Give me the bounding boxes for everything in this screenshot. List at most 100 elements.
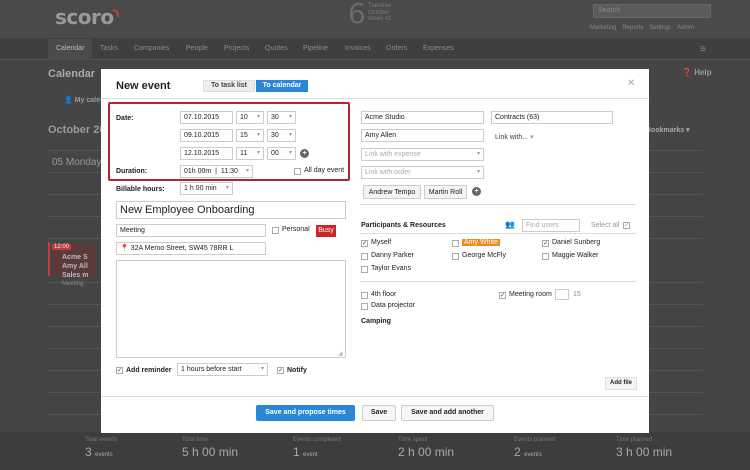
chevron-down-icon: ▾	[476, 169, 480, 175]
stat-time-planned: Time planned 3 h 00 min	[616, 437, 672, 459]
event-line: Meeting	[62, 281, 84, 287]
nav-projects[interactable]: Projects	[224, 45, 249, 52]
location-value: 32A Memo Street, SW45 78RR L	[130, 245, 234, 252]
chevron-down-icon: ▾	[256, 132, 260, 138]
link-marketing[interactable]: Marketing	[590, 25, 616, 31]
end-hour-value: 15	[240, 132, 248, 139]
billable-hours-select[interactable]: 1 h 00 min ▾	[180, 182, 233, 195]
event-text: Acme S Amy All Sales m Meeting	[62, 253, 88, 289]
event-marker	[48, 242, 50, 276]
resize-grip-icon[interactable]: ◢	[338, 350, 343, 357]
add-reminder-checkbox[interactable]: ✓	[116, 367, 123, 374]
end-minute-select[interactable]: 30 ▾	[267, 129, 296, 142]
person-button-martin[interactable]: Martin Roll	[424, 185, 467, 199]
resource-checkbox-meeting-room[interactable]: ✓	[499, 292, 506, 299]
notify-checkbox[interactable]: ✓	[277, 367, 284, 374]
third-minute-select[interactable]: 00 ▾	[267, 147, 296, 160]
stat-label: Total events	[85, 437, 118, 443]
participant-checkbox-george[interactable]	[452, 253, 459, 260]
divider	[101, 396, 649, 397]
chevron-down-icon: ▾	[260, 366, 264, 372]
add-file-button[interactable]: Add file	[605, 377, 637, 390]
link-with-label: Link with...	[495, 134, 529, 141]
personal-checkbox[interactable]	[272, 227, 279, 234]
event-time: 12:00	[52, 244, 72, 250]
nav-calendar[interactable]: Calendar	[56, 45, 84, 52]
contact-input[interactable]: Amy Allen	[361, 129, 484, 142]
stat-value: 2	[514, 445, 521, 459]
link-expense-select[interactable]: Link with expense ▾	[361, 148, 484, 161]
participant-checkbox-myself[interactable]: ✓	[361, 240, 368, 247]
stat-unit: event	[303, 452, 318, 458]
link-settings[interactable]: Settings	[649, 25, 671, 31]
contract-input[interactable]: Contracts (63)	[491, 111, 613, 124]
close-icon[interactable]: ✕	[627, 78, 635, 89]
today-date-text: Tuesday October Week 41	[368, 3, 392, 23]
stat-total-time: Total time 5 h 00 min	[182, 437, 238, 459]
person-button-andrew[interactable]: Andrew Tempo	[363, 185, 421, 199]
to-task-list-tab[interactable]: To task list	[203, 80, 255, 92]
duration-select[interactable]: 01h 00m | 11:30 ▾	[180, 165, 253, 178]
save-and-add-another-button[interactable]: Save and add another	[401, 405, 494, 421]
event-line: Amy All	[62, 263, 88, 270]
description-textarea[interactable]	[116, 260, 346, 358]
nav-invoices[interactable]: Invoices	[345, 45, 371, 52]
start-minute-select[interactable]: 30 ▾	[267, 111, 296, 124]
find-users-input[interactable]: Find users	[522, 219, 580, 232]
all-day-checkbox[interactable]	[294, 168, 301, 175]
link-order-select[interactable]: Link with order ▾	[361, 166, 484, 179]
help-link[interactable]: ❓ Help	[682, 68, 712, 77]
chevron-down-icon: ▾	[225, 185, 229, 191]
menu-icon[interactable]: ≡	[700, 44, 706, 55]
nav-quotes[interactable]: Quotes	[265, 45, 288, 52]
add-person-icon[interactable]: +	[472, 187, 481, 196]
bookmarks-button[interactable]: Bookmarks ▾	[646, 126, 690, 134]
to-calendar-tab[interactable]: To calendar	[256, 80, 308, 92]
start-date-input[interactable]: 07.10.2015	[180, 111, 233, 124]
event-type-select[interactable]: Meeting	[116, 224, 266, 237]
meeting-room-qty-input[interactable]	[555, 289, 569, 300]
nav-orders[interactable]: Orders	[386, 45, 407, 52]
link-order-placeholder: Link with order	[365, 169, 411, 176]
end-date-input[interactable]: 09.10.2015	[180, 129, 233, 142]
add-date-icon[interactable]: +	[300, 149, 309, 158]
participant-taylor-evans: Taylor Evans	[371, 265, 412, 272]
camping-title: Camping	[361, 318, 391, 325]
third-date-input[interactable]: 12.10.2015	[180, 147, 233, 160]
resource-checkbox-projector[interactable]	[361, 303, 368, 310]
scoro-logo[interactable]: scoro	[55, 5, 114, 29]
third-hour-select[interactable]: 11 ▾	[236, 147, 264, 160]
nav-tasks[interactable]: Tasks	[100, 45, 118, 52]
location-input[interactable]: 📍 32A Memo Street, SW45 78RR L	[116, 242, 266, 255]
link-admin[interactable]: Admin	[677, 25, 694, 31]
save-button[interactable]: Save	[362, 405, 396, 421]
chevron-down-icon: ▾	[245, 168, 249, 174]
map-pin-icon: 📍	[120, 245, 129, 252]
stat-time-spent: Time spent 2 h 00 min	[398, 437, 454, 459]
nav-people[interactable]: People	[186, 45, 208, 52]
select-all-checkbox[interactable]: ✓	[623, 222, 630, 229]
event-title-input[interactable]: New Employee Onboarding	[116, 201, 346, 219]
global-search-input[interactable]: Search	[593, 4, 711, 18]
participant-checkbox-taylor[interactable]	[361, 266, 368, 273]
day-header: 05 Monday	[52, 157, 102, 168]
busy-toggle[interactable]: Busy	[316, 225, 336, 237]
bookmarks-label: Bookmarks	[646, 127, 685, 134]
link-reports[interactable]: Reports	[622, 25, 643, 31]
start-hour-select[interactable]: 10 ▾	[236, 111, 264, 124]
nav-expenses[interactable]: Expenses	[423, 45, 454, 52]
link-with-dropdown[interactable]: Link with... ▾	[495, 133, 534, 141]
participant-checkbox-danny[interactable]	[361, 253, 368, 260]
reminder-select[interactable]: 1 hours before start ▾	[177, 363, 268, 376]
participant-checkbox-daniel[interactable]: ✓	[542, 240, 549, 247]
company-input[interactable]: Acme Studio	[361, 111, 484, 124]
nav-pipeline[interactable]: Pipeline	[303, 45, 328, 52]
participant-checkbox-amy-white[interactable]	[452, 240, 459, 247]
participant-checkbox-maggie[interactable]	[542, 253, 549, 260]
today-week: Week 41	[368, 16, 392, 22]
end-hour-select[interactable]: 15 ▾	[236, 129, 264, 142]
date-label: Date:	[116, 115, 134, 122]
save-and-propose-button[interactable]: Save and propose times	[256, 405, 355, 421]
resource-checkbox-4th-floor[interactable]	[361, 292, 368, 299]
nav-companies[interactable]: Companies	[134, 45, 169, 52]
